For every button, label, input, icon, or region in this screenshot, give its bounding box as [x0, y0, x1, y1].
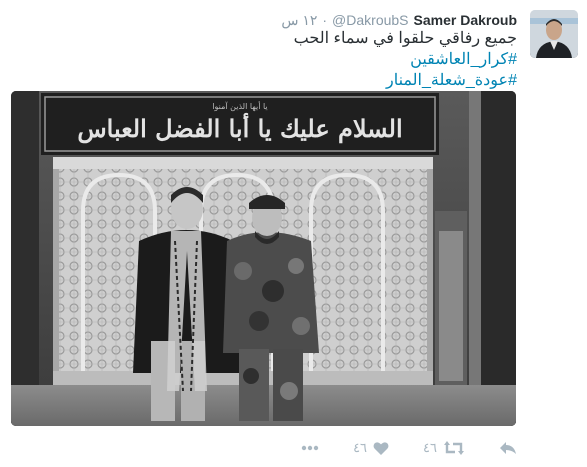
timestamp[interactable]: ١٢ س	[281, 12, 317, 29]
reply-button[interactable]	[499, 440, 517, 456]
separator-dot: ·	[322, 12, 328, 28]
hashtag-link[interactable]: #كرار_العاشقين	[410, 51, 517, 68]
heart-icon	[373, 441, 389, 456]
banner-small-text: يا أيها الذين آمنوا	[212, 101, 267, 111]
author-name[interactable]: Samer Dakroub	[414, 12, 517, 28]
retweet-icon	[443, 440, 465, 456]
tweet-text: جميع رفاقي حلقوا في سماء الحب #كرار_العا…	[37, 28, 517, 91]
tweet-header: Samer Dakroub @DakroubS · ١٢ س	[281, 12, 517, 29]
tweet-actions: ٤٦ ٤٦	[301, 440, 517, 456]
retweet-button[interactable]: ٤٦	[423, 440, 465, 456]
tweet-text-line: جميع رفاقي حلقوا في سماء الحب	[293, 30, 517, 47]
more-button[interactable]	[301, 445, 319, 451]
tweet-card[interactable]: Samer Dakroub @DakroubS · ١٢ س جميع رفاق…	[0, 0, 587, 467]
retweet-count: ٤٦	[423, 440, 437, 455]
reply-icon	[499, 440, 517, 456]
banner-text: السلام عليك يا أبا الفضل العباس	[77, 111, 402, 144]
hashtag-link[interactable]: #عودة_شعلة_المنار	[386, 72, 517, 89]
more-dots-icon	[301, 445, 319, 451]
avatar[interactable]	[530, 10, 578, 58]
like-count: ٤٦	[353, 440, 368, 455]
tweet-photo[interactable]: يا أيها الذين آمنوا السلام عليك يا أبا ا…	[11, 91, 516, 426]
author-handle[interactable]: @DakroubS	[332, 12, 408, 28]
like-button[interactable]: ٤٦	[353, 440, 389, 456]
